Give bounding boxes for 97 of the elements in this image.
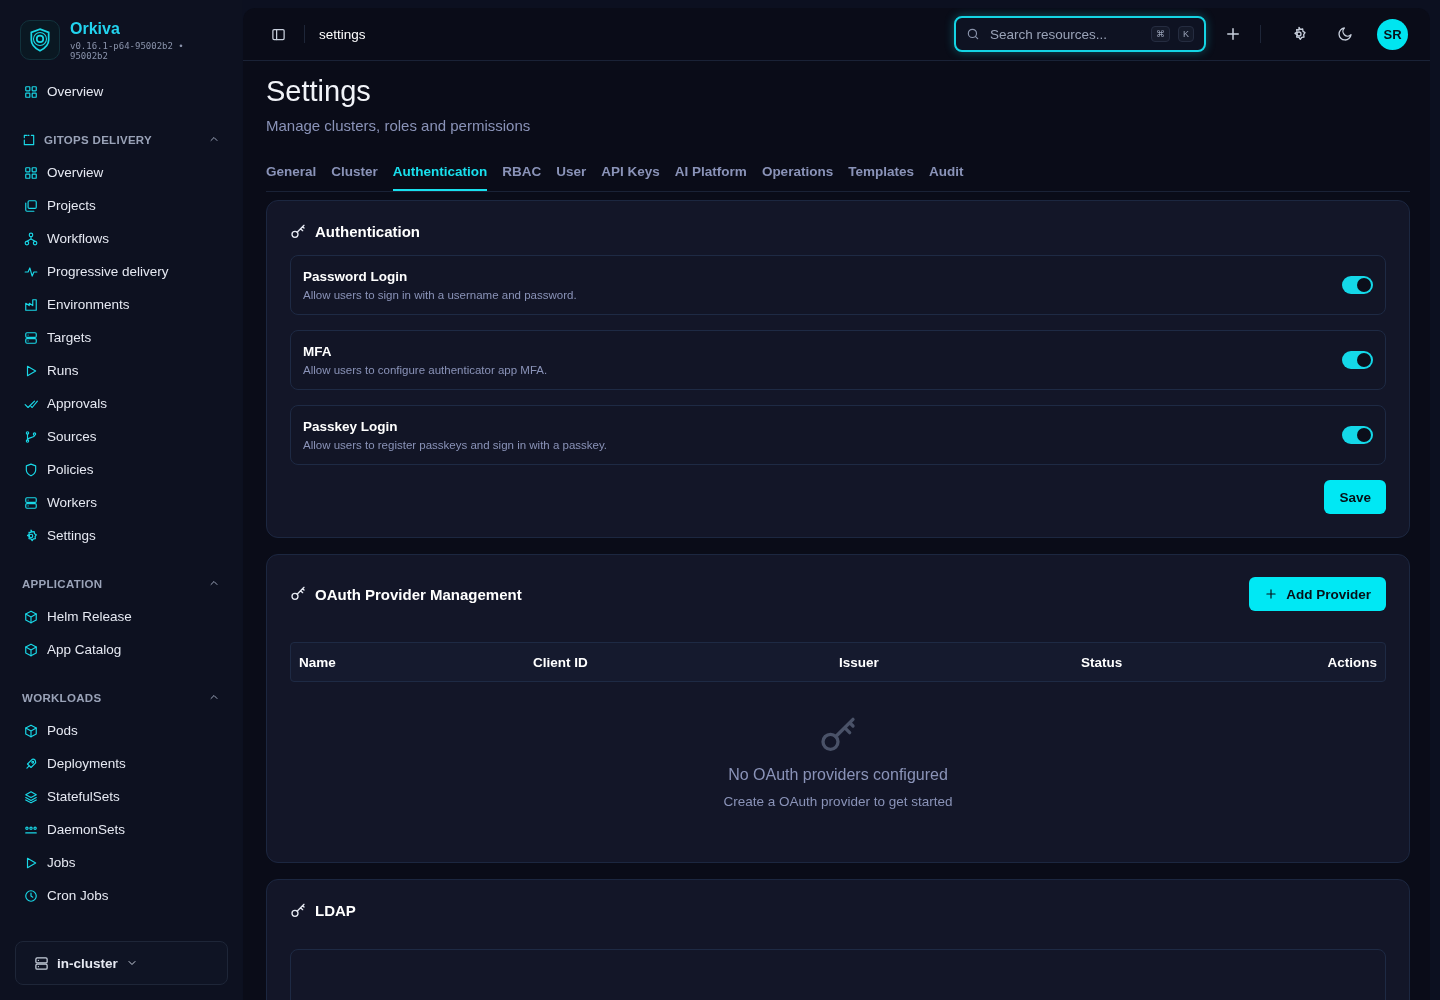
- column-header: Client ID: [533, 654, 589, 670]
- bracket-frame-icon: [22, 133, 36, 147]
- setting-description: Allow users to register passkeys and sign in with a passkey.: [303, 439, 609, 451]
- version-text: v0.16.1-p64-95002b2 • 95002b2: [70, 41, 185, 61]
- setting-name: Passkey Login: [303, 419, 399, 434]
- nav-item[interactable]: StatefulSets: [22, 780, 228, 813]
- cube-icon: [24, 642, 38, 657]
- server-icon: [34, 955, 49, 971]
- card-title: OAuth Provider Management: [315, 585, 522, 603]
- section-header: GITOPS DELIVERY: [44, 134, 153, 146]
- column-header: Status: [1081, 654, 1124, 670]
- save-button[interactable]: Save: [1324, 480, 1386, 514]
- factory-icon: [24, 297, 38, 312]
- toggle-switch[interactable]: [1342, 426, 1373, 444]
- nav-item[interactable]: Cron Jobs: [22, 879, 228, 912]
- nav-item[interactable]: Workflows: [22, 222, 228, 255]
- setting-name: MFA: [303, 344, 333, 359]
- nav-item[interactable]: Runs: [22, 354, 228, 387]
- nav-item[interactable]: Environments: [22, 288, 228, 321]
- page-subtitle: Manage clusters, roles and permissions: [266, 117, 532, 134]
- section-header: WORKLOADS: [22, 692, 102, 704]
- breadcrumb[interactable]: settings: [319, 26, 366, 42]
- column-header: Actions: [1327, 654, 1377, 670]
- settings-tab[interactable]: Authentication: [392, 158, 488, 191]
- gear-icon: [1291, 26, 1307, 42]
- shield-icon: [24, 462, 38, 477]
- play-icon: [24, 855, 38, 870]
- setting-name: Password Login: [303, 269, 409, 284]
- settings-tab[interactable]: General: [266, 158, 317, 191]
- nav-item[interactable]: Policies: [22, 453, 228, 486]
- nav-item[interactable]: App Catalog: [22, 633, 228, 666]
- play-icon: [24, 363, 38, 378]
- plus-icon: [1264, 587, 1279, 601]
- brand-name: Orkiva: [70, 20, 121, 38]
- shortcut-key: ⌘: [1151, 26, 1170, 42]
- settings-tab[interactable]: Operations: [761, 158, 834, 191]
- nav-item[interactable]: Targets: [22, 321, 228, 354]
- empty-state-title: No OAuth providers configured: [728, 766, 948, 784]
- nav-item[interactable]: Workers: [22, 486, 228, 519]
- settings-tab[interactable]: RBAC: [502, 158, 542, 191]
- search-input[interactable]: Search resources...: [988, 25, 1143, 43]
- nav-item[interactable]: Overview: [22, 75, 228, 108]
- panel-left-icon: [271, 26, 286, 42]
- nav-item[interactable]: Approvals: [22, 387, 228, 420]
- moon-icon: [1337, 26, 1353, 42]
- layers-icon: [24, 789, 38, 804]
- cube-icon: [24, 609, 38, 624]
- cube-icon: [24, 723, 38, 738]
- plus-icon: [1224, 25, 1242, 43]
- settings-tab[interactable]: Audit: [928, 158, 964, 191]
- gear-icon: [24, 528, 38, 543]
- branch-icon: [24, 429, 38, 444]
- settings-tab[interactable]: Templates: [848, 158, 914, 191]
- toggle-switch[interactable]: [1342, 351, 1373, 369]
- search-field[interactable]: Search resources... ⌘ K: [954, 16, 1206, 52]
- shield-logo-icon: [20, 20, 60, 60]
- nav-item[interactable]: Sources: [22, 420, 228, 453]
- card-title: LDAP: [315, 902, 356, 919]
- settings-tab[interactable]: API Keys: [601, 158, 660, 191]
- search-icon: [966, 27, 980, 41]
- nav-item[interactable]: Deployments: [22, 747, 228, 780]
- column-header: Issuer: [839, 654, 880, 670]
- add-provider-button[interactable]: Add Provider: [1249, 577, 1386, 611]
- empty-state-hint: Create a OAuth provider to get started: [723, 794, 953, 809]
- toggle-switch[interactable]: [1342, 276, 1373, 294]
- page-title: Settings: [266, 75, 372, 108]
- network-icon: [24, 231, 38, 246]
- cluster-selector[interactable]: in-cluster: [15, 941, 228, 985]
- nav-item[interactable]: Helm Release: [22, 600, 228, 633]
- nav-item[interactable]: DaemonSets: [22, 813, 228, 846]
- folders-icon: [24, 198, 38, 213]
- user-avatar[interactable]: SR: [1377, 18, 1408, 50]
- nav-item[interactable]: Pods: [22, 714, 228, 747]
- rocket-icon: [24, 756, 38, 771]
- clock-icon: [24, 888, 38, 903]
- setting-description: Allow users to sign in with a username and password.: [303, 289, 578, 301]
- nav-item[interactable]: Projects: [22, 189, 228, 222]
- settings-tab[interactable]: Cluster: [331, 158, 378, 191]
- nav-item[interactable]: Jobs: [22, 846, 228, 879]
- setting-description: Allow users to configure authenticator app MFA.: [303, 364, 549, 376]
- key-icon: [290, 223, 306, 240]
- key-icon: [290, 586, 306, 602]
- settings-tab[interactable]: AI Platform: [674, 158, 747, 191]
- settings-tab[interactable]: User: [556, 158, 587, 191]
- section-header: APPLICATION: [22, 578, 103, 590]
- card-title: Authentication: [315, 223, 420, 240]
- pulse-icon: [24, 264, 38, 279]
- key-icon: [290, 902, 306, 919]
- column-header: Name: [299, 654, 337, 670]
- nav-item[interactable]: Settings: [22, 519, 228, 552]
- nav-item[interactable]: Progressive delivery: [22, 255, 228, 288]
- shortcut-key: K: [1178, 26, 1194, 42]
- server-icon: [24, 495, 38, 510]
- server-icon: [24, 330, 38, 345]
- grid-icon: [24, 84, 38, 99]
- grid-icon: [24, 165, 38, 180]
- nav-item[interactable]: Overview: [22, 156, 228, 189]
